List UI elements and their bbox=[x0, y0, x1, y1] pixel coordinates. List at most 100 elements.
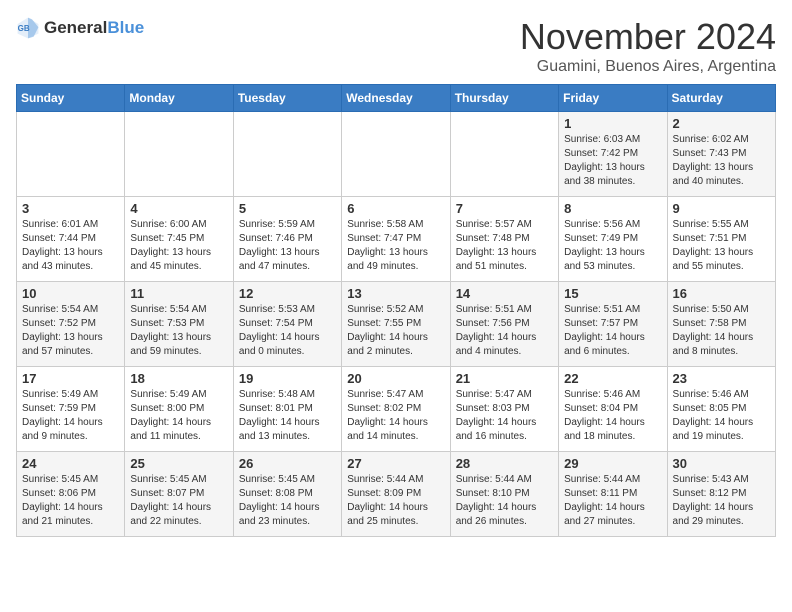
day-info: Sunrise: 5:47 AM Sunset: 8:03 PM Dayligh… bbox=[456, 388, 553, 444]
day-number: 29 bbox=[564, 456, 661, 471]
day-info: Sunrise: 5:48 AM Sunset: 8:01 PM Dayligh… bbox=[239, 388, 336, 444]
day-info: Sunrise: 5:49 AM Sunset: 7:59 PM Dayligh… bbox=[22, 388, 119, 444]
calendar-header-row: SundayMondayTuesdayWednesdayThursdayFrid… bbox=[17, 85, 776, 112]
calendar-cell: 15Sunrise: 5:51 AM Sunset: 7:57 PM Dayli… bbox=[559, 282, 667, 367]
day-info: Sunrise: 5:55 AM Sunset: 7:51 PM Dayligh… bbox=[673, 218, 770, 274]
calendar-cell: 6 Sunrise: 5:58 AM Sunset: 7:47 PM Daylig… bbox=[342, 197, 450, 282]
day-info: Sunrise: 5:50 AM Sunset: 7:58 PM Dayligh… bbox=[673, 303, 770, 359]
day-info: Sunrise: 5:47 AM Sunset: 8:02 PM Dayligh… bbox=[347, 388, 444, 444]
day-info: Sunrise: 5:51 AM Sunset: 7:57 PM Dayligh… bbox=[564, 303, 661, 359]
day-info: Sunrise: 5:56 AM Sunset: 7:49 PM Dayligh… bbox=[564, 218, 661, 274]
day-info: Sunrise: 5:45 AM Sunset: 8:06 PM Dayligh… bbox=[22, 473, 119, 529]
calendar-cell: 24Sunrise: 5:45 AM Sunset: 8:06 PM Dayli… bbox=[17, 452, 125, 537]
calendar-cell: 26 Sunrise: 5:45 AM Sunset: 8:08 PM Dayli… bbox=[233, 452, 341, 537]
day-info: Sunrise: 5:44 AM Sunset: 8:11 PM Dayligh… bbox=[564, 473, 661, 529]
calendar-cell bbox=[233, 112, 341, 197]
calendar-cell: 11 Sunrise: 5:54 AM Sunset: 7:53 PM Dayli… bbox=[125, 282, 233, 367]
calendar-cell: 4Sunrise: 6:00 AM Sunset: 7:45 PM Daylig… bbox=[125, 197, 233, 282]
day-number: 3 bbox=[22, 201, 119, 216]
calendar-cell: 29 Sunrise: 5:44 AM Sunset: 8:11 PM Dayli… bbox=[559, 452, 667, 537]
calendar-cell: 3 Sunrise: 6:01 AM Sunset: 7:44 PM Daylig… bbox=[17, 197, 125, 282]
day-number: 21 bbox=[456, 371, 553, 386]
logo-blue: Blue bbox=[107, 18, 144, 37]
day-info: Sunrise: 5:45 AM Sunset: 8:08 PM Dayligh… bbox=[239, 473, 336, 529]
day-number: 6 bbox=[347, 201, 444, 216]
day-number: 1 bbox=[564, 116, 661, 131]
calendar-cell: 25 Sunrise: 5:45 AM Sunset: 8:07 PM Dayli… bbox=[125, 452, 233, 537]
header-cell-friday: Friday bbox=[559, 85, 667, 112]
week-row-0: 1 Sunrise: 6:03 AM Sunset: 7:42 PM Daylig… bbox=[17, 112, 776, 197]
day-info: Sunrise: 5:59 AM Sunset: 7:46 PM Dayligh… bbox=[239, 218, 336, 274]
day-number: 9 bbox=[673, 201, 770, 216]
day-info: Sunrise: 5:52 AM Sunset: 7:55 PM Dayligh… bbox=[347, 303, 444, 359]
day-info: Sunrise: 5:45 AM Sunset: 8:07 PM Dayligh… bbox=[130, 473, 227, 529]
week-row-3: 17Sunrise: 5:49 AM Sunset: 7:59 PM Dayli… bbox=[17, 367, 776, 452]
calendar-cell bbox=[450, 112, 558, 197]
header-cell-sunday: Sunday bbox=[17, 85, 125, 112]
day-info: Sunrise: 5:46 AM Sunset: 8:05 PM Dayligh… bbox=[673, 388, 770, 444]
calendar-cell: 30 Sunrise: 5:43 AM Sunset: 8:12 PM Dayli… bbox=[667, 452, 775, 537]
calendar-cell: 22 Sunrise: 5:46 AM Sunset: 8:04 PM Dayli… bbox=[559, 367, 667, 452]
calendar-cell: 28 Sunrise: 5:44 AM Sunset: 8:10 PM Dayli… bbox=[450, 452, 558, 537]
calendar-cell: 7 Sunrise: 5:57 AM Sunset: 7:48 PM Daylig… bbox=[450, 197, 558, 282]
week-row-1: 3 Sunrise: 6:01 AM Sunset: 7:44 PM Daylig… bbox=[17, 197, 776, 282]
week-row-2: 10 Sunrise: 5:54 AM Sunset: 7:52 PM Dayli… bbox=[17, 282, 776, 367]
calendar-cell: 5Sunrise: 5:59 AM Sunset: 7:46 PM Daylig… bbox=[233, 197, 341, 282]
day-number: 23 bbox=[673, 371, 770, 386]
calendar-cell: 17Sunrise: 5:49 AM Sunset: 7:59 PM Dayli… bbox=[17, 367, 125, 452]
day-number: 2 bbox=[673, 116, 770, 131]
calendar-cell bbox=[17, 112, 125, 197]
day-number: 27 bbox=[347, 456, 444, 471]
day-number: 4 bbox=[130, 201, 227, 216]
day-info: Sunrise: 5:57 AM Sunset: 7:48 PM Dayligh… bbox=[456, 218, 553, 274]
calendar-cell: 21 Sunrise: 5:47 AM Sunset: 8:03 PM Dayli… bbox=[450, 367, 558, 452]
day-info: Sunrise: 5:43 AM Sunset: 8:12 PM Dayligh… bbox=[673, 473, 770, 529]
day-number: 10 bbox=[22, 286, 119, 301]
day-number: 18 bbox=[130, 371, 227, 386]
svg-text:GB: GB bbox=[18, 24, 30, 33]
day-info: Sunrise: 5:54 AM Sunset: 7:53 PM Dayligh… bbox=[130, 303, 227, 359]
calendar-cell bbox=[342, 112, 450, 197]
calendar-cell: 27 Sunrise: 5:44 AM Sunset: 8:09 PM Dayli… bbox=[342, 452, 450, 537]
day-number: 7 bbox=[456, 201, 553, 216]
calendar-cell bbox=[125, 112, 233, 197]
subtitle: Guamini, Buenos Aires, Argentina bbox=[520, 58, 776, 76]
calendar-cell: 16 Sunrise: 5:50 AM Sunset: 7:58 PM Dayli… bbox=[667, 282, 775, 367]
day-info: Sunrise: 6:03 AM Sunset: 7:42 PM Dayligh… bbox=[564, 133, 661, 189]
title-area: November 2024 Guamini, Buenos Aires, Arg… bbox=[520, 16, 776, 76]
calendar-table: SundayMondayTuesdayWednesdayThursdayFrid… bbox=[16, 84, 776, 537]
day-info: Sunrise: 5:54 AM Sunset: 7:52 PM Dayligh… bbox=[22, 303, 119, 359]
day-number: 20 bbox=[347, 371, 444, 386]
calendar-cell: 20 Sunrise: 5:47 AM Sunset: 8:02 PM Dayli… bbox=[342, 367, 450, 452]
week-row-4: 24Sunrise: 5:45 AM Sunset: 8:06 PM Dayli… bbox=[17, 452, 776, 537]
day-info: Sunrise: 5:46 AM Sunset: 8:04 PM Dayligh… bbox=[564, 388, 661, 444]
calendar-cell: 14Sunrise: 5:51 AM Sunset: 7:56 PM Dayli… bbox=[450, 282, 558, 367]
day-number: 30 bbox=[673, 456, 770, 471]
logo-text: General bbox=[44, 18, 107, 37]
day-number: 11 bbox=[130, 286, 227, 301]
day-number: 16 bbox=[673, 286, 770, 301]
day-number: 25 bbox=[130, 456, 227, 471]
day-number: 19 bbox=[239, 371, 336, 386]
logo-icon: GB bbox=[16, 16, 40, 40]
calendar-cell: 13Sunrise: 5:52 AM Sunset: 7:55 PM Dayli… bbox=[342, 282, 450, 367]
header-cell-tuesday: Tuesday bbox=[233, 85, 341, 112]
header-cell-saturday: Saturday bbox=[667, 85, 775, 112]
month-title: November 2024 bbox=[520, 16, 776, 58]
calendar-body: 1 Sunrise: 6:03 AM Sunset: 7:42 PM Daylig… bbox=[17, 112, 776, 537]
day-info: Sunrise: 5:44 AM Sunset: 8:09 PM Dayligh… bbox=[347, 473, 444, 529]
calendar-cell: 2Sunrise: 6:02 AM Sunset: 7:43 PM Daylig… bbox=[667, 112, 775, 197]
header: GB GeneralBlue November 2024 Guamini, Bu… bbox=[16, 16, 776, 76]
day-info: Sunrise: 5:58 AM Sunset: 7:47 PM Dayligh… bbox=[347, 218, 444, 274]
day-info: Sunrise: 6:01 AM Sunset: 7:44 PM Dayligh… bbox=[22, 218, 119, 274]
day-info: Sunrise: 5:44 AM Sunset: 8:10 PM Dayligh… bbox=[456, 473, 553, 529]
day-number: 28 bbox=[456, 456, 553, 471]
calendar-cell: 10 Sunrise: 5:54 AM Sunset: 7:52 PM Dayli… bbox=[17, 282, 125, 367]
day-number: 26 bbox=[239, 456, 336, 471]
calendar-cell: 1 Sunrise: 6:03 AM Sunset: 7:42 PM Daylig… bbox=[559, 112, 667, 197]
header-cell-monday: Monday bbox=[125, 85, 233, 112]
calendar-cell: 9 Sunrise: 5:55 AM Sunset: 7:51 PM Daylig… bbox=[667, 197, 775, 282]
calendar-cell: 18Sunrise: 5:49 AM Sunset: 8:00 PM Dayli… bbox=[125, 367, 233, 452]
day-info: Sunrise: 5:53 AM Sunset: 7:54 PM Dayligh… bbox=[239, 303, 336, 359]
day-number: 22 bbox=[564, 371, 661, 386]
